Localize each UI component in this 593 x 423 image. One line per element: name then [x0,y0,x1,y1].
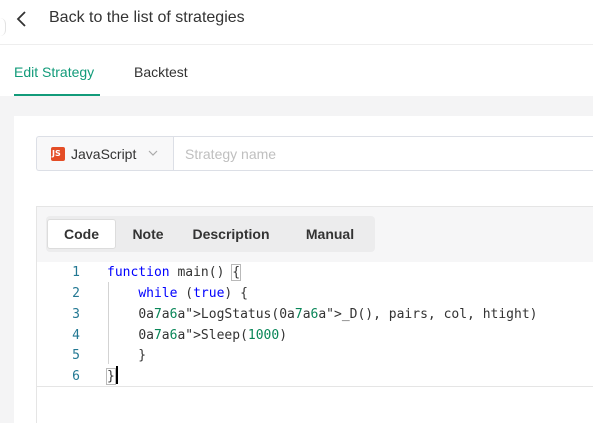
line-number: 3 [72,307,80,322]
tab-description[interactable]: Description [182,219,280,249]
tab-edit-strategy[interactable]: Edit Strategy [14,64,94,80]
code-line: function main() { [107,264,242,281]
top-bar: Back to the list of strategies [0,0,593,44]
tab-code[interactable]: Code [47,219,116,249]
strategy-tabs: Edit Strategy Backtest [0,44,593,96]
chevron-left-icon[interactable] [14,10,30,28]
line-number: 6 [72,369,80,384]
code-line: 0a7a6a">LogStatus(0a7a6a">_D(), pairs, c… [138,307,538,322]
code-line: } [107,348,147,363]
editor-header: Code Note Description Manual [37,207,593,262]
code-text-area[interactable]: 1 2 3 4 5 6 function main() { while (tru… [37,262,593,387]
back-to-list-link[interactable]: Back to the list of strategies [49,9,245,27]
tab-note[interactable]: Note [118,219,178,249]
js-icon-text: JS [52,149,61,158]
editor-tab-group: Code Note Description Manual [46,216,375,252]
line-number: 2 [72,286,80,301]
code-line: 0a7a6a">Sleep(1000) [138,328,288,343]
line-number: 1 [72,265,80,280]
code-line: while (true) { [138,286,248,301]
code-line: } [106,368,116,385]
text-cursor [116,366,118,384]
language-select-value: JavaScript [71,146,137,162]
section-divider [0,96,593,116]
line-number: 5 [72,348,80,363]
tab-manual[interactable]: Manual [292,219,368,249]
chevron-down-icon [148,150,158,156]
side-panel-handle[interactable] [0,18,6,36]
page-gutter [0,116,14,423]
language-select[interactable]: JS JavaScript [36,136,173,171]
code-editor: Code Note Description Manual 1 2 3 4 5 6… [36,206,593,423]
js-icon: JS [51,147,65,161]
line-number: 4 [72,328,80,343]
editor-divider [37,386,593,387]
tab-backtest[interactable]: Backtest [134,64,188,80]
strategy-name-input[interactable] [173,136,593,171]
